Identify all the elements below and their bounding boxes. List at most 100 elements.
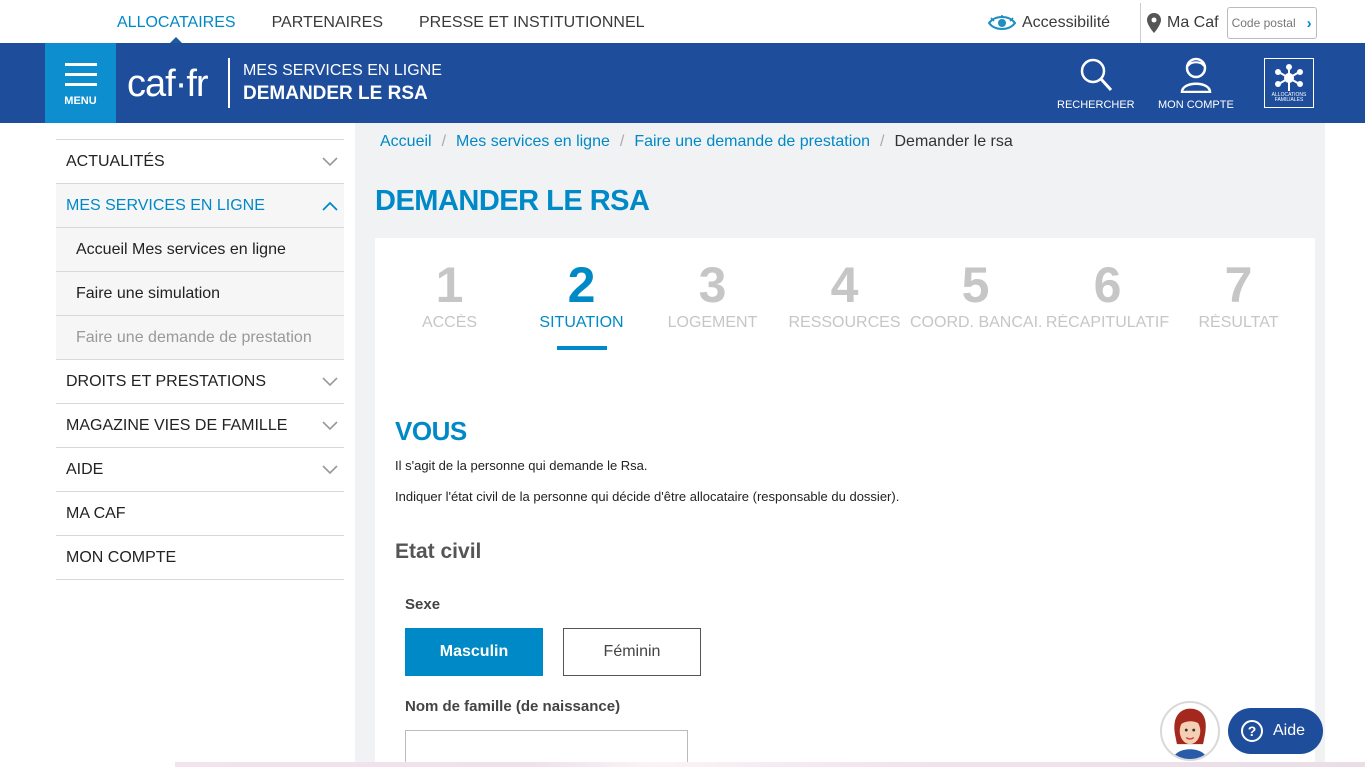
logo-divider <box>228 58 230 108</box>
sidebar-item-actualites[interactable]: ACTUALITÉS <box>56 140 344 184</box>
menu-label: MENU <box>64 95 97 107</box>
sidebar-item-label: MES SERVICES EN LIGNE <box>66 196 265 214</box>
postal-code-placeholder: Code postal <box>1231 16 1296 30</box>
sidebar-item-label: MON COMPTE <box>66 548 177 566</box>
account-button[interactable]: MON COMPTE <box>1158 57 1234 111</box>
allocations-familiales-logo: ALLOCATIONS FAMILIALES <box>1264 58 1314 108</box>
step-number: 1 <box>435 257 464 313</box>
chevron-down-icon <box>322 376 338 386</box>
sidebar-item-label: AIDE <box>66 460 104 478</box>
search-icon <box>1080 58 1112 92</box>
intro-text: Il s'agit de la personne qui demande le … <box>395 458 648 473</box>
sidebar-item-mes-services[interactable]: MES SERVICES EN LIGNE <box>56 184 344 228</box>
step-number: 6 <box>1093 257 1122 313</box>
sidebar-item-magazine[interactable]: MAGAZINE VIES DE FAMILLE <box>56 404 344 448</box>
main-content: Accueil / Mes services en ligne / Faire … <box>355 123 1325 767</box>
step-number: 3 <box>698 257 727 313</box>
help-label: Aide <box>1273 722 1306 739</box>
step-number: 7 <box>1224 257 1253 313</box>
step-label: LOGEMENT <box>667 314 758 331</box>
sidebar-menu: ACTUALITÉS MES SERVICES EN LIGNE Accueil… <box>56 139 344 580</box>
sidebar-item-label: ACTUALITÉS <box>66 152 165 170</box>
accessibility-eye-icon <box>988 15 1016 30</box>
step-7: 7 RÉSULTAT <box>1173 256 1304 332</box>
search-label: RECHERCHER <box>1057 99 1135 111</box>
sidebar-item-label: MAGAZINE VIES DE FAMILLE <box>66 416 288 434</box>
assistant-avatar[interactable] <box>1160 701 1220 761</box>
sidebar-item-mon-compte[interactable]: MON COMPTE <box>56 536 344 580</box>
accessibility-link[interactable]: Accessibilité <box>988 3 1110 43</box>
sidebar-item-aide[interactable]: AIDE <box>56 448 344 492</box>
breadcrumb-separator: / <box>441 133 447 150</box>
search-button[interactable]: RECHERCHER <box>1057 57 1135 111</box>
step-label: RÉSULTAT <box>1198 314 1279 331</box>
step-label: COORD. BANCAI... <box>910 314 1041 331</box>
sidebar-subitem-demande[interactable]: Faire une demande de prestation <box>56 316 344 360</box>
location-pin-icon <box>1147 13 1161 33</box>
brand-small-text: ALLOCATIONS FAMILIALES <box>1271 92 1307 103</box>
header-page-title: DEMANDER LE RSA <box>243 83 428 104</box>
breadcrumb: Accueil / Mes services en ligne / Faire … <box>380 133 1013 151</box>
sidebar-item-label: MA CAF <box>66 504 126 522</box>
sidebar-item-label: DROITS ET PRESTATIONS <box>66 372 267 390</box>
sidebar-item-label: Accueil Mes services en ligne <box>76 240 286 258</box>
caf-logo[interactable]: caf·fr <box>127 63 209 106</box>
nav-presse[interactable]: PRESSE ET INSTITUTIONNEL <box>419 3 645 43</box>
sidebar-item-ma-caf[interactable]: MA CAF <box>56 492 344 536</box>
nom-famille-label: Nom de famille (de naissance) <box>405 698 621 715</box>
nav-allocataires[interactable]: ALLOCATAIRES <box>117 3 236 43</box>
chevron-down-icon <box>322 464 338 474</box>
bottom-decorative-strip <box>175 762 1365 767</box>
top-bar: ALLOCATAIRES PARTENAIRES PRESSE ET INSTI… <box>45 3 1325 43</box>
step-5: 5 COORD. BANCAI... <box>910 256 1041 332</box>
sidebar-subitem-simulation[interactable]: Faire une simulation <box>56 272 344 316</box>
nav-partenaires[interactable]: PARTENAIRES <box>272 3 383 43</box>
ma-caf-label: Ma Caf <box>1167 14 1219 31</box>
breadcrumb-current: Demander le rsa <box>894 133 1013 150</box>
step-number: 4 <box>830 257 859 313</box>
sidebar: ACTUALITÉS MES SERVICES EN LIGNE Accueil… <box>45 123 355 767</box>
breadcrumb-accueil[interactable]: Accueil <box>380 133 432 151</box>
active-step-indicator <box>556 346 607 350</box>
instruction-text: Indiquer l'état civil de la personne qui… <box>395 489 900 504</box>
menu-button[interactable]: MENU <box>45 43 116 123</box>
section-title-vous: VOUS <box>395 416 467 446</box>
sidebar-item-label: Faire une simulation <box>76 284 221 302</box>
step-3: 3 LOGEMENT <box>647 256 778 332</box>
user-icon <box>1180 57 1212 93</box>
help-button[interactable]: ? Aide <box>1228 708 1323 754</box>
breadcrumb-services[interactable]: Mes services en ligne <box>456 133 610 151</box>
hamburger-icon <box>64 63 97 93</box>
chevron-down-icon <box>322 420 338 430</box>
assistant-face-icon <box>1173 708 1207 759</box>
main-header: MENU caf·fr MES SERVICES EN LIGNE DEMAND… <box>0 43 1365 123</box>
snowflake-logo-icon <box>1275 64 1303 91</box>
header-section-title: MES SERVICES EN LIGNE <box>243 62 442 79</box>
breadcrumb-separator: / <box>880 133 885 150</box>
sexe-masculin-button[interactable]: Masculin <box>405 628 543 676</box>
account-label: MON COMPTE <box>1158 99 1234 111</box>
step-2: 2 SITUATION <box>516 256 647 350</box>
step-number: 2 <box>567 257 596 313</box>
chevron-right-icon[interactable]: › <box>1307 15 1312 32</box>
step-4: 4 RESSOURCES <box>779 256 910 332</box>
step-label: ACCÈS <box>421 314 478 331</box>
sidebar-item-label: Faire une demande de prestation <box>76 328 312 346</box>
question-mark-icon: ? <box>1241 720 1263 742</box>
ma-caf-selector: Ma Caf Code postal › <box>1140 3 1325 43</box>
etat-civil-heading: Etat civil <box>395 540 482 563</box>
step-1: 1 ACCÈS <box>384 256 515 332</box>
header-titles: MES SERVICES EN LIGNE DEMANDER LE RSA <box>243 62 442 105</box>
page-title: DEMANDER LE RSA <box>375 185 650 217</box>
audience-nav: ALLOCATAIRES PARTENAIRES PRESSE ET INSTI… <box>117 3 681 43</box>
sidebar-subitem-accueil[interactable]: Accueil Mes services en ligne <box>56 228 344 272</box>
sexe-feminin-button[interactable]: Féminin <box>563 628 701 676</box>
step-label: RÉCAPITULATIF <box>1045 314 1170 331</box>
breadcrumb-demande[interactable]: Faire une demande de prestation <box>634 133 870 151</box>
stepper: 1 ACCÈS 2 SITUATION 3 LOGEMENT 4 RESSOUR… <box>375 256 1315 356</box>
form-card: 1 ACCÈS 2 SITUATION 3 LOGEMENT 4 RESSOUR… <box>375 238 1315 767</box>
sidebar-item-droits[interactable]: DROITS ET PRESTATIONS <box>56 360 344 404</box>
step-number: 5 <box>961 257 990 313</box>
postal-code-input[interactable]: Code postal › <box>1226 7 1317 39</box>
sexe-label: Sexe <box>405 596 441 613</box>
